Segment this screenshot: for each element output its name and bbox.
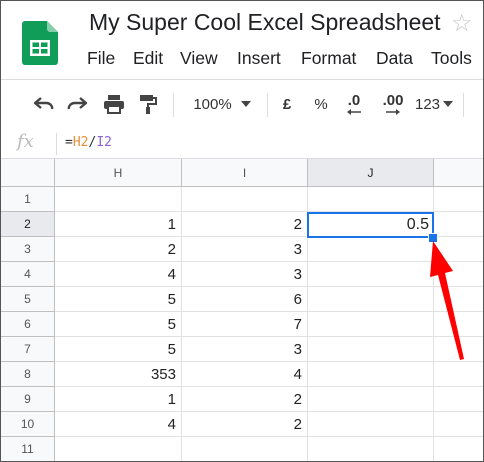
cell-h3[interactable]: 2 bbox=[55, 237, 182, 262]
cell-h5[interactable]: 5 bbox=[55, 287, 182, 312]
cell-i3[interactable]: 3 bbox=[182, 237, 308, 262]
red-arrow-annotation bbox=[430, 241, 464, 360]
formula-ref-h2: H2 bbox=[72, 135, 89, 150]
cell-h10[interactable]: 4 bbox=[55, 412, 182, 437]
redo-icon[interactable] bbox=[64, 92, 90, 116]
cell-i7[interactable]: 3 bbox=[182, 337, 308, 362]
cell-i6[interactable]: 7 bbox=[182, 312, 308, 337]
cell-j3[interactable] bbox=[308, 237, 434, 262]
cell-i9[interactable]: 2 bbox=[182, 387, 308, 412]
zoom-dropdown-icon bbox=[240, 101, 251, 107]
formula-ref-i2: I2 bbox=[96, 135, 112, 150]
toolbar: 100% £ % .0 .00 123 bbox=[1, 79, 483, 130]
cell-overflow[interactable] bbox=[434, 187, 483, 212]
row-header-10[interactable]: 10 bbox=[1, 412, 55, 437]
cell-overflow[interactable] bbox=[434, 387, 483, 412]
document-title[interactable]: My Super Cool Excel Spreadsheet bbox=[89, 9, 441, 36]
formula-input[interactable]: =H2/I2 bbox=[65, 135, 112, 150]
undo-icon[interactable] bbox=[31, 92, 57, 116]
row-header-3[interactable]: 3 bbox=[1, 237, 55, 262]
toolbar-separator bbox=[173, 93, 174, 117]
column-header-next[interactable] bbox=[434, 159, 483, 187]
cell-h7[interactable]: 5 bbox=[55, 337, 182, 362]
paint-format-icon[interactable] bbox=[135, 92, 161, 116]
currency-format-button[interactable]: £ bbox=[278, 92, 296, 116]
cell-h11[interactable] bbox=[55, 437, 182, 461]
row-header-9[interactable]: 9 bbox=[1, 387, 55, 412]
menu-format[interactable]: Format bbox=[301, 48, 356, 69]
row-header-2[interactable]: 2 bbox=[1, 212, 55, 237]
cell-i11[interactable] bbox=[182, 437, 308, 461]
formula-bar: fx =H2/I2 bbox=[1, 129, 483, 159]
cell-j7[interactable] bbox=[308, 337, 434, 362]
cell-h9[interactable]: 1 bbox=[55, 387, 182, 412]
cell-h2[interactable]: 1 bbox=[55, 212, 182, 237]
menu-file[interactable]: File bbox=[87, 48, 115, 69]
menu-edit[interactable]: Edit bbox=[133, 48, 163, 69]
cell-j6[interactable] bbox=[308, 312, 434, 337]
cell-h8[interactable]: 353 bbox=[55, 362, 182, 387]
cell-i8[interactable]: 4 bbox=[182, 362, 308, 387]
menu-tools[interactable]: Tools bbox=[431, 48, 472, 69]
cell-j5[interactable] bbox=[308, 287, 434, 312]
select-all-corner[interactable] bbox=[1, 159, 55, 187]
cell-j9[interactable] bbox=[308, 387, 434, 412]
google-sheets-logo[interactable] bbox=[22, 21, 58, 65]
cell-overflow[interactable] bbox=[434, 212, 483, 237]
toolbar-separator bbox=[463, 93, 464, 117]
cell-i2[interactable]: 2 bbox=[182, 212, 308, 237]
row-header-5[interactable]: 5 bbox=[1, 287, 55, 312]
cell-i1[interactable] bbox=[182, 187, 308, 212]
column-header-i[interactable]: I bbox=[182, 159, 308, 187]
app-header: My Super Cool Excel Spreadsheet ☆ File E… bbox=[1, 1, 483, 78]
row-header-11[interactable]: 11 bbox=[1, 437, 55, 461]
zoom-value: 100% bbox=[193, 95, 232, 113]
format-dropdown-icon bbox=[443, 101, 454, 107]
menu-view[interactable]: View bbox=[180, 48, 218, 69]
row-header-4[interactable]: 4 bbox=[1, 262, 55, 287]
row-header-7[interactable]: 7 bbox=[1, 337, 55, 362]
cell-j10[interactable] bbox=[308, 412, 434, 437]
star-icon[interactable]: ☆ bbox=[451, 9, 473, 38]
cell-j8[interactable] bbox=[308, 362, 434, 387]
column-header-j[interactable]: J bbox=[308, 159, 434, 187]
row-header-8[interactable]: 8 bbox=[1, 362, 55, 387]
menu-insert[interactable]: Insert bbox=[237, 48, 281, 69]
row-header-6[interactable]: 6 bbox=[1, 312, 55, 337]
menu-data[interactable]: Data bbox=[376, 48, 413, 69]
cell-i4[interactable]: 3 bbox=[182, 262, 308, 287]
fx-icon: fx bbox=[17, 131, 34, 152]
active-cell-j2[interactable]: 0.5 bbox=[307, 212, 434, 238]
spreadsheet-grid: H I J 1 2 1 2 3 2 3 4 4 3 5 5 6 6 5 7 7 5 3 8 353 4 9 1 2 10 4 2 11 … bbox=[1, 159, 483, 461]
row-header-1[interactable]: 1 bbox=[1, 187, 55, 212]
print-icon[interactable] bbox=[101, 92, 127, 116]
increase-decimals-button[interactable]: .00 bbox=[379, 92, 407, 116]
decrease-decimals-button[interactable]: .0 bbox=[343, 92, 365, 116]
column-header-h[interactable]: H bbox=[55, 159, 182, 187]
cell-i5[interactable]: 6 bbox=[182, 287, 308, 312]
cell-overflow[interactable] bbox=[434, 437, 483, 461]
cell-h4[interactable]: 4 bbox=[55, 262, 182, 287]
spreadsheet-window: My Super Cool Excel Spreadsheet ☆ File E… bbox=[0, 0, 484, 462]
cell-overflow[interactable] bbox=[434, 412, 483, 437]
more-formats-select[interactable]: 123 bbox=[412, 92, 456, 116]
cell-j11[interactable] bbox=[308, 437, 434, 461]
cell-i10[interactable]: 2 bbox=[182, 412, 308, 437]
formula-bar-separator bbox=[56, 133, 57, 155]
cell-h1[interactable] bbox=[55, 187, 182, 212]
cell-j1[interactable] bbox=[308, 187, 434, 212]
zoom-select[interactable]: 100% bbox=[187, 92, 257, 116]
cell-j4[interactable] bbox=[308, 262, 434, 287]
cell-h6[interactable]: 5 bbox=[55, 312, 182, 337]
toolbar-separator bbox=[267, 93, 268, 117]
percent-format-button[interactable]: % bbox=[312, 92, 330, 116]
